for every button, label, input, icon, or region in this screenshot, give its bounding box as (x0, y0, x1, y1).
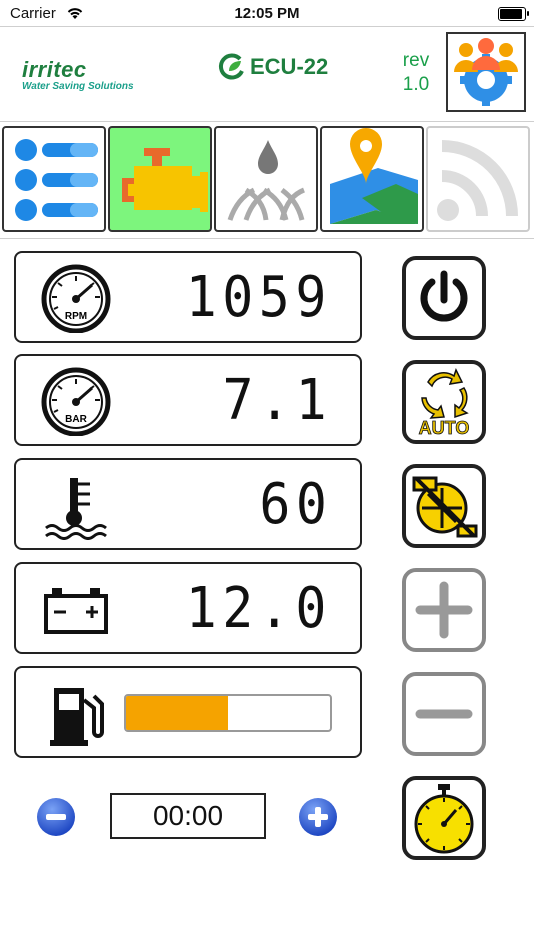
users-gear-icon (454, 38, 518, 106)
tab-bar (0, 126, 534, 236)
stopwatch-button[interactable] (402, 776, 486, 860)
tab-engine[interactable] (108, 126, 212, 232)
tab-map[interactable] (320, 126, 424, 232)
pump-toggle-button[interactable] (402, 464, 486, 548)
rev-label: rev (402, 50, 430, 71)
timer-increase-button[interactable] (298, 797, 338, 837)
decrease-button[interactable] (402, 672, 486, 756)
increase-button[interactable] (402, 568, 486, 652)
revision-info: rev 1.0 (398, 49, 434, 97)
auto-mode-button[interactable]: AUTO (402, 360, 486, 444)
temperature-gauge: 60 (14, 458, 362, 550)
minus-circle-icon (37, 798, 75, 836)
clock: 12:05 PM (234, 5, 300, 22)
tachometer-icon: RPM (41, 264, 111, 333)
plus-icon (415, 581, 473, 639)
rpm-label: RPM (65, 311, 87, 322)
tab-irrigation[interactable] (214, 126, 318, 232)
timer-display: 00:00 (110, 793, 266, 839)
list-icon (15, 139, 98, 221)
power-icon (420, 270, 468, 322)
power-button[interactable] (402, 256, 486, 340)
plus-circle-icon (299, 798, 337, 836)
auto-label: AUTO (419, 418, 470, 438)
timer-decrease-button[interactable] (36, 797, 76, 837)
tab-signal[interactable] (426, 126, 530, 232)
irrigation-drop-icon (227, 140, 306, 221)
product-logo: ECU-22 (218, 53, 328, 81)
irritec-logo: irritec Water Saving Solutions (22, 57, 134, 92)
battery-value: 12.0 (185, 576, 332, 641)
rpm-value: 1059 (185, 265, 332, 330)
battery-icon (498, 7, 529, 21)
status-bar: Carrier 12:05 PM (0, 0, 534, 28)
pressure-value: 7.1 (222, 368, 332, 433)
auto-cycle-icon: AUTO (418, 368, 470, 438)
fuel-level-fill (126, 696, 228, 730)
stopwatch-icon (414, 784, 474, 854)
app-header: irritec Water Saving Solutions ECU-22 re… (0, 26, 534, 122)
pump-off-icon (412, 476, 478, 538)
brand-name: irritec (22, 57, 87, 82)
tab-list[interactable] (2, 126, 106, 232)
minus-icon (415, 709, 473, 719)
fuel-pump-icon (50, 688, 104, 746)
engine-icon (122, 148, 208, 212)
rpm-gauge: RPM 1059 (14, 251, 362, 343)
temperature-value: 60 (258, 472, 332, 537)
battery-gauge: 12.0 (14, 562, 362, 654)
fuel-gauge (14, 666, 362, 758)
pressure-gauge-icon: BAR (41, 367, 111, 436)
leaf-icon (218, 53, 244, 80)
map-pin-icon (330, 128, 418, 224)
wifi-signal-icon (437, 140, 518, 221)
pressure-gauge: BAR 7.1 (14, 354, 362, 446)
user-settings-button[interactable] (446, 32, 526, 112)
product-name: ECU-22 (250, 54, 329, 79)
brand-tagline: Water Saving Solutions (22, 81, 134, 92)
coolant-temp-icon (45, 478, 107, 540)
divider (0, 238, 534, 239)
car-battery-icon (44, 588, 108, 634)
fuel-level-bar (124, 694, 332, 732)
bar-label: BAR (65, 414, 87, 425)
rev-value: 1.0 (402, 74, 430, 95)
